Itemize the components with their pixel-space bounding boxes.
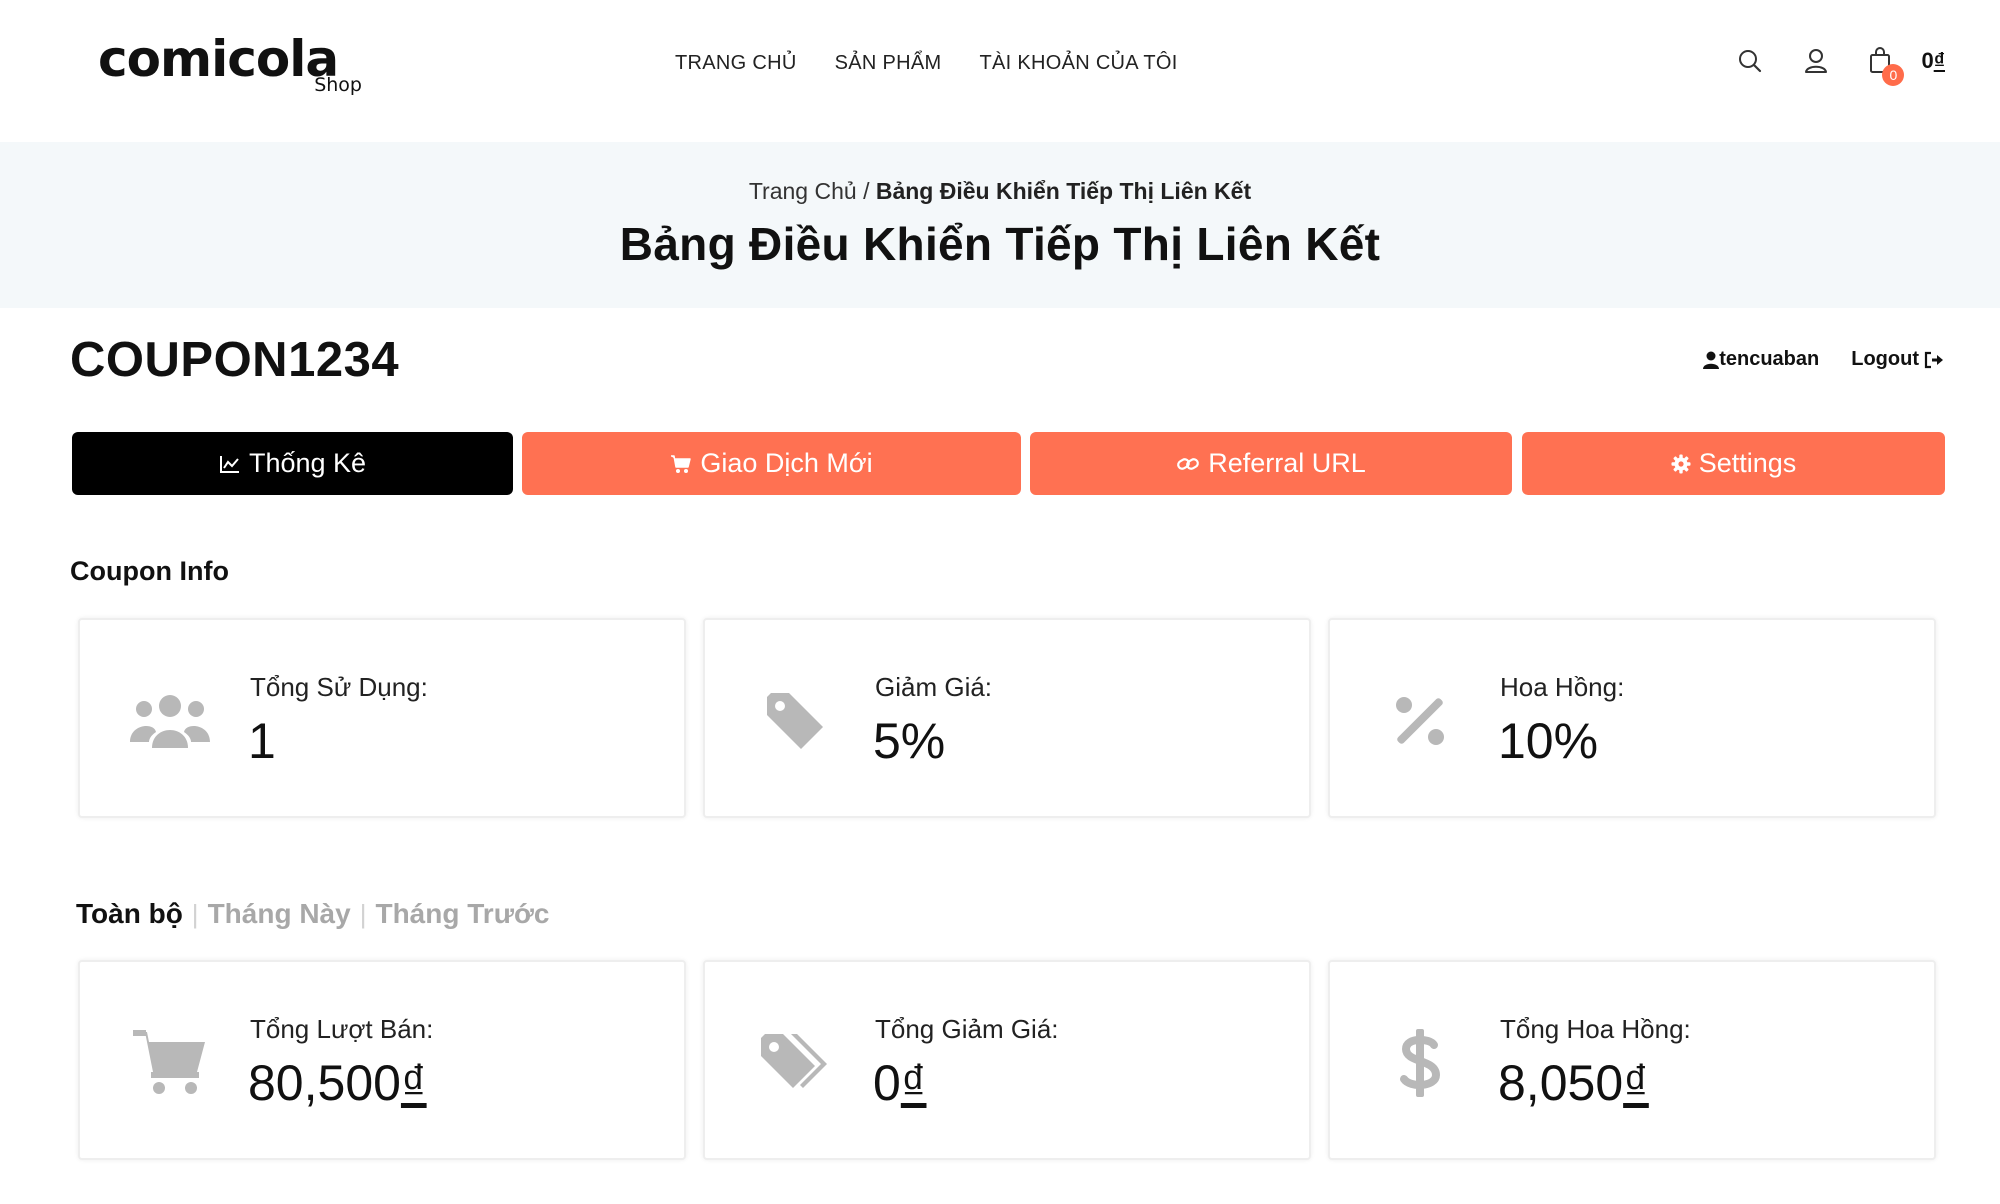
user-area: tencuaban Logout <box>1703 348 1945 371</box>
coupon-info-title: Coupon Info <box>70 556 229 586</box>
main-nav: TRANG CHỦ SẢN PHẨM TÀI KHOẢN CỦA TÔI <box>675 52 1216 75</box>
card-total-sales: Tổng Lượt Bán: 80,500₫ <box>78 960 686 1160</box>
sign-out-icon <box>1924 351 1943 368</box>
cart-icon <box>128 1028 212 1098</box>
card-total-discount: Tổng Giảm Giá: 0₫ <box>703 960 1311 1160</box>
card-total-commission: Tổng Hoa Hồng: 8,050₫ <box>1328 960 1936 1160</box>
breadcrumb-home[interactable]: Trang Chủ <box>749 178 857 204</box>
tab-new-transactions[interactable]: Giao Dịch Mới <box>522 432 1021 495</box>
cart-total[interactable]: 0₫ <box>1921 48 1945 74</box>
percent-icon <box>1378 686 1462 756</box>
total-usage-label: Tổng Sử Dụng: <box>250 672 428 702</box>
tab-statistics-label: Thống Kê <box>248 448 367 478</box>
search-icon[interactable] <box>1735 46 1765 76</box>
tab-new-transactions-label: Giao Dịch Mới <box>700 448 873 478</box>
card-commission: Hoa Hồng: 10% <box>1328 618 1936 818</box>
nav-item-products[interactable]: SẢN PHẨM <box>835 52 942 75</box>
period-separator: | <box>359 898 367 929</box>
nav-item-home[interactable]: TRANG CHỦ <box>675 52 797 75</box>
total-usage-value: 1 <box>248 713 276 769</box>
commission-label: Hoa Hồng: <box>1500 672 1625 702</box>
dashboard-tabs: Thống Kê Giao Dịch Mới Referral URL Sett… <box>72 432 1945 495</box>
brand-logo[interactable]: comicola Shop <box>98 30 368 100</box>
total-discount-value: 0₫ <box>873 1055 927 1111</box>
period-tabs: Toàn bộ | Tháng Này | Tháng Trước <box>76 898 549 930</box>
tab-statistics[interactable]: Thống Kê <box>72 432 513 495</box>
username[interactable]: tencuaban <box>1703 348 1819 371</box>
tab-settings[interactable]: Settings <box>1522 432 1945 495</box>
total-sales-label: Tổng Lượt Bán: <box>250 1014 434 1044</box>
tab-referral-url[interactable]: Referral URL <box>1030 432 1512 495</box>
total-commission-value: 8,050₫ <box>1498 1055 1649 1111</box>
tags-icon <box>753 1028 837 1098</box>
cart-count-badge: 0 <box>1882 64 1905 86</box>
nav-item-account[interactable]: TÀI KHOẢN CỦA TÔI <box>979 52 1177 75</box>
period-tab-all[interactable]: Toàn bộ <box>76 898 183 930</box>
link-icon <box>1177 457 1200 470</box>
chart-line-icon <box>219 455 239 473</box>
discount-label: Giảm Giá: <box>875 672 993 702</box>
tab-settings-label: Settings <box>1698 448 1797 478</box>
period-tab-last-month[interactable]: Tháng Trước <box>375 898 549 930</box>
user-icon[interactable] <box>1801 46 1831 76</box>
tag-icon <box>753 686 837 756</box>
site-header: comicola Shop TRANG CHỦ SẢN PHẨM TÀI KHO… <box>0 0 2000 142</box>
total-commission-label: Tổng Hoa Hồng: <box>1500 1014 1691 1044</box>
logout-link[interactable]: Logout <box>1851 348 1945 371</box>
commission-value: 10% <box>1498 713 1599 769</box>
brand-name: comicola <box>98 30 339 88</box>
dollar-icon <box>1378 1028 1462 1098</box>
page-title: Bảng Điều Khiển Tiếp Thị Liên Kết <box>619 218 1381 270</box>
logout-label: Logout <box>1851 348 1919 370</box>
breadcrumb-current: Bảng Điều Khiển Tiếp Thị Liên Kết <box>875 178 1252 204</box>
total-discount-label: Tổng Giảm Giá: <box>875 1014 1059 1044</box>
gear-icon <box>1671 454 1691 473</box>
user-solid-icon <box>1703 351 1720 369</box>
card-total-usage: Tổng Sử Dụng: 1 <box>78 618 686 818</box>
period-separator: | <box>191 898 199 929</box>
shopping-cart-icon <box>671 454 692 473</box>
discount-value: 5% <box>873 713 946 769</box>
cart-icon[interactable]: 0 <box>1867 46 1905 86</box>
total-sales-value: 80,500₫ <box>248 1055 427 1111</box>
breadcrumb-separator: / <box>863 178 870 204</box>
coupon-code: COUPON1234 <box>70 333 400 387</box>
card-discount: Giảm Giá: 5% <box>703 618 1311 818</box>
page-title-band: Trang Chủ / Bảng Điều Khiển Tiếp Thị Liê… <box>0 142 2000 308</box>
period-tab-this-month[interactable]: Tháng Này <box>208 898 351 930</box>
tab-referral-url-label: Referral URL <box>1208 448 1366 478</box>
brand-sub: Shop <box>314 74 362 96</box>
header-actions: 0 0₫ <box>1699 46 1945 86</box>
users-icon <box>128 686 212 756</box>
breadcrumb: Trang Chủ / Bảng Điều Khiển Tiếp Thị Liê… <box>0 178 2000 205</box>
username-text: tencuaban <box>1719 348 1820 370</box>
